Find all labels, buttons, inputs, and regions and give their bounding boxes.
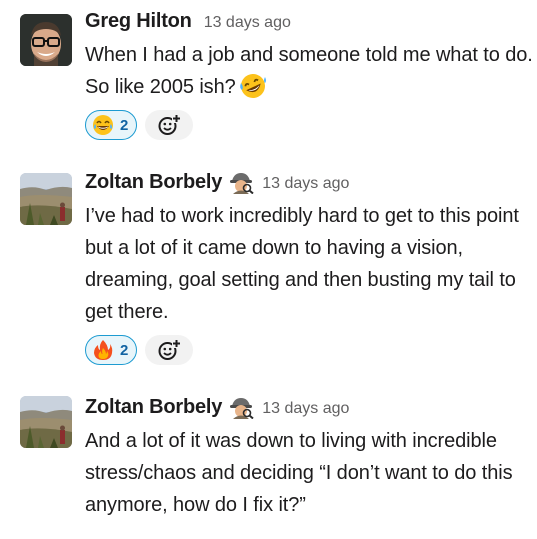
timestamp[interactable]: 13 days ago	[262, 400, 349, 418]
avatar[interactable]	[20, 396, 72, 448]
reaction-count: 2	[120, 341, 129, 359]
message-meta: Zoltan Borbely 13 days ago	[85, 396, 527, 420]
message-body: Zoltan Borbely 13 days ago And a lot of …	[85, 396, 527, 521]
detective-icon	[228, 172, 254, 195]
author-name[interactable]: Greg Hilton	[85, 10, 192, 33]
message-text: When I had a job and someone told me wha…	[85, 39, 535, 103]
message-body: Zoltan Borbely 13 days ago I’ve had to w…	[85, 171, 527, 365]
add-emoji-icon	[158, 339, 182, 360]
reactions-bar: 2	[85, 110, 527, 140]
author-name[interactable]: Zoltan Borbely	[85, 171, 222, 194]
message-text: I’ve had to work incredibly hard to get …	[85, 205, 519, 323]
avatar[interactable]	[20, 173, 72, 225]
message-meta: Zoltan Borbely 13 days ago	[85, 171, 527, 195]
reaction-count: 2	[120, 116, 129, 134]
timestamp[interactable]: 13 days ago	[204, 14, 291, 32]
message-body: Greg Hilton 13 days ago When I had a job…	[85, 10, 533, 140]
reaction-joy[interactable]: 2	[85, 110, 138, 140]
add-emoji-icon	[158, 114, 182, 135]
avatar[interactable]	[20, 14, 72, 66]
rolling-on-floor-laughing-icon	[238, 71, 268, 101]
reactions-bar: 2	[85, 335, 527, 365]
message-text: And a lot of it was down to living with …	[85, 430, 513, 516]
message-text-content: When I had a job and someone told me wha…	[85, 44, 533, 98]
fire-icon	[92, 339, 114, 361]
author-name[interactable]: Zoltan Borbely	[85, 396, 222, 419]
timestamp[interactable]: 13 days ago	[262, 175, 349, 193]
message-feed: Greg Hilton 13 days ago When I had a job…	[0, 0, 537, 539]
message-meta: Greg Hilton 13 days ago	[85, 10, 527, 34]
joy-icon	[92, 114, 114, 136]
detective-icon	[228, 397, 254, 420]
reaction-fire[interactable]: 2	[85, 335, 138, 365]
add-reaction-button[interactable]	[145, 110, 194, 140]
add-reaction-button[interactable]	[145, 335, 194, 365]
